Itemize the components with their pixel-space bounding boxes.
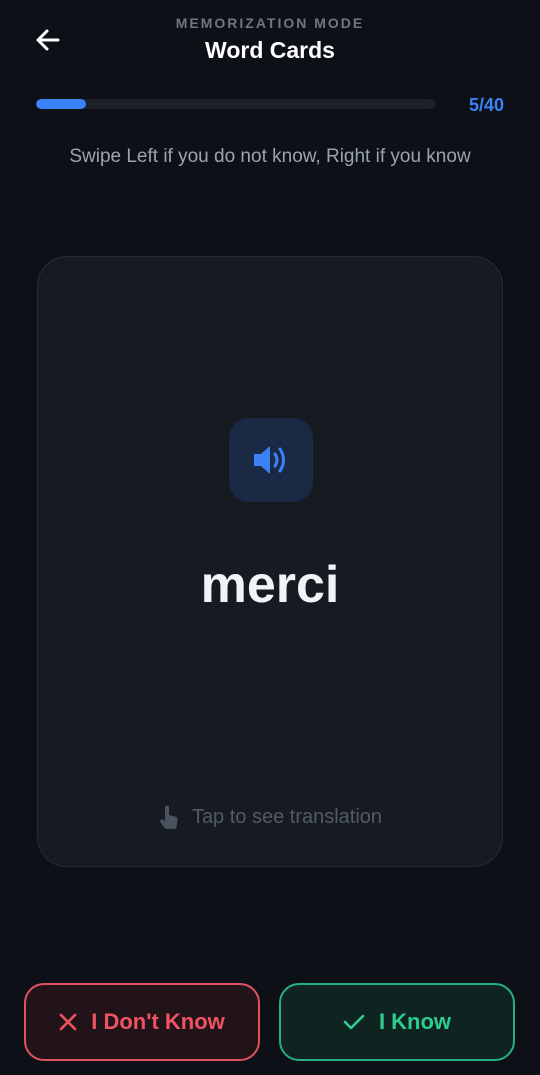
word-card[interactable]: merci Tap to see translation: [37, 256, 503, 867]
progress-bar: [36, 99, 436, 109]
card-word: merci: [200, 556, 340, 614]
x-icon: [59, 1013, 77, 1031]
speaker-icon: [254, 446, 285, 474]
dont-know-label: I Don't Know: [91, 1009, 225, 1034]
page-title: Word Cards: [205, 37, 335, 63]
progress-count: 5/40: [468, 95, 504, 115]
tap-hand-icon: [160, 805, 178, 829]
mode-label: MEMORIZATION MODE: [175, 15, 365, 31]
play-audio-button[interactable]: [229, 418, 313, 502]
dont-know-button[interactable]: I Don't Know: [24, 983, 260, 1061]
tap-hint-label: Tap to see translation: [191, 805, 383, 828]
word-cards-screen: MEMORIZATION MODE Word Cards 5/40 Swipe …: [0, 0, 540, 1075]
swipe-instructions: Swipe Left if you do not know, Right if …: [69, 146, 471, 167]
know-label: I Know: [378, 1009, 452, 1034]
know-button[interactable]: I Know: [279, 983, 515, 1061]
check-icon: [343, 1014, 365, 1030]
tap-hint: Tap to see translation: [38, 804, 502, 830]
progress-bar-fill: [36, 99, 86, 109]
